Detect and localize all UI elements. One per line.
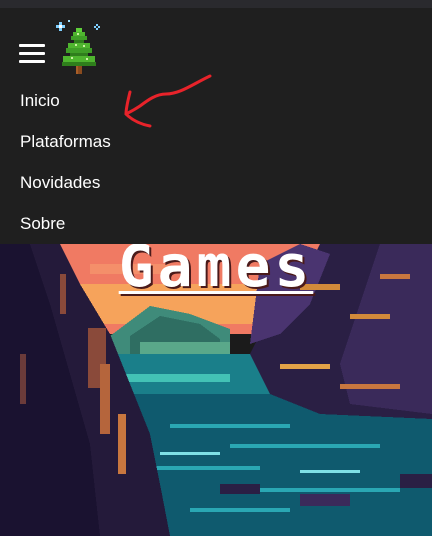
- menu-item-inicio[interactable]: Inicio: [20, 90, 111, 131]
- pine-tree-logo-icon[interactable]: [54, 18, 106, 76]
- main-menu: Inicio Plataformas Novidades Sobre: [20, 90, 111, 254]
- menu-item-novidades[interactable]: Novidades: [20, 172, 111, 213]
- menu-item-plataformas[interactable]: Plataformas: [20, 131, 111, 172]
- hamburger-menu-icon[interactable]: [19, 42, 45, 64]
- menu-item-sobre[interactable]: Sobre: [20, 213, 111, 254]
- top-navigation: Inicio Plataformas Novidades Sobre: [0, 8, 432, 244]
- hero-banner: Games: [0, 244, 432, 536]
- browser-top-strip: [0, 0, 432, 8]
